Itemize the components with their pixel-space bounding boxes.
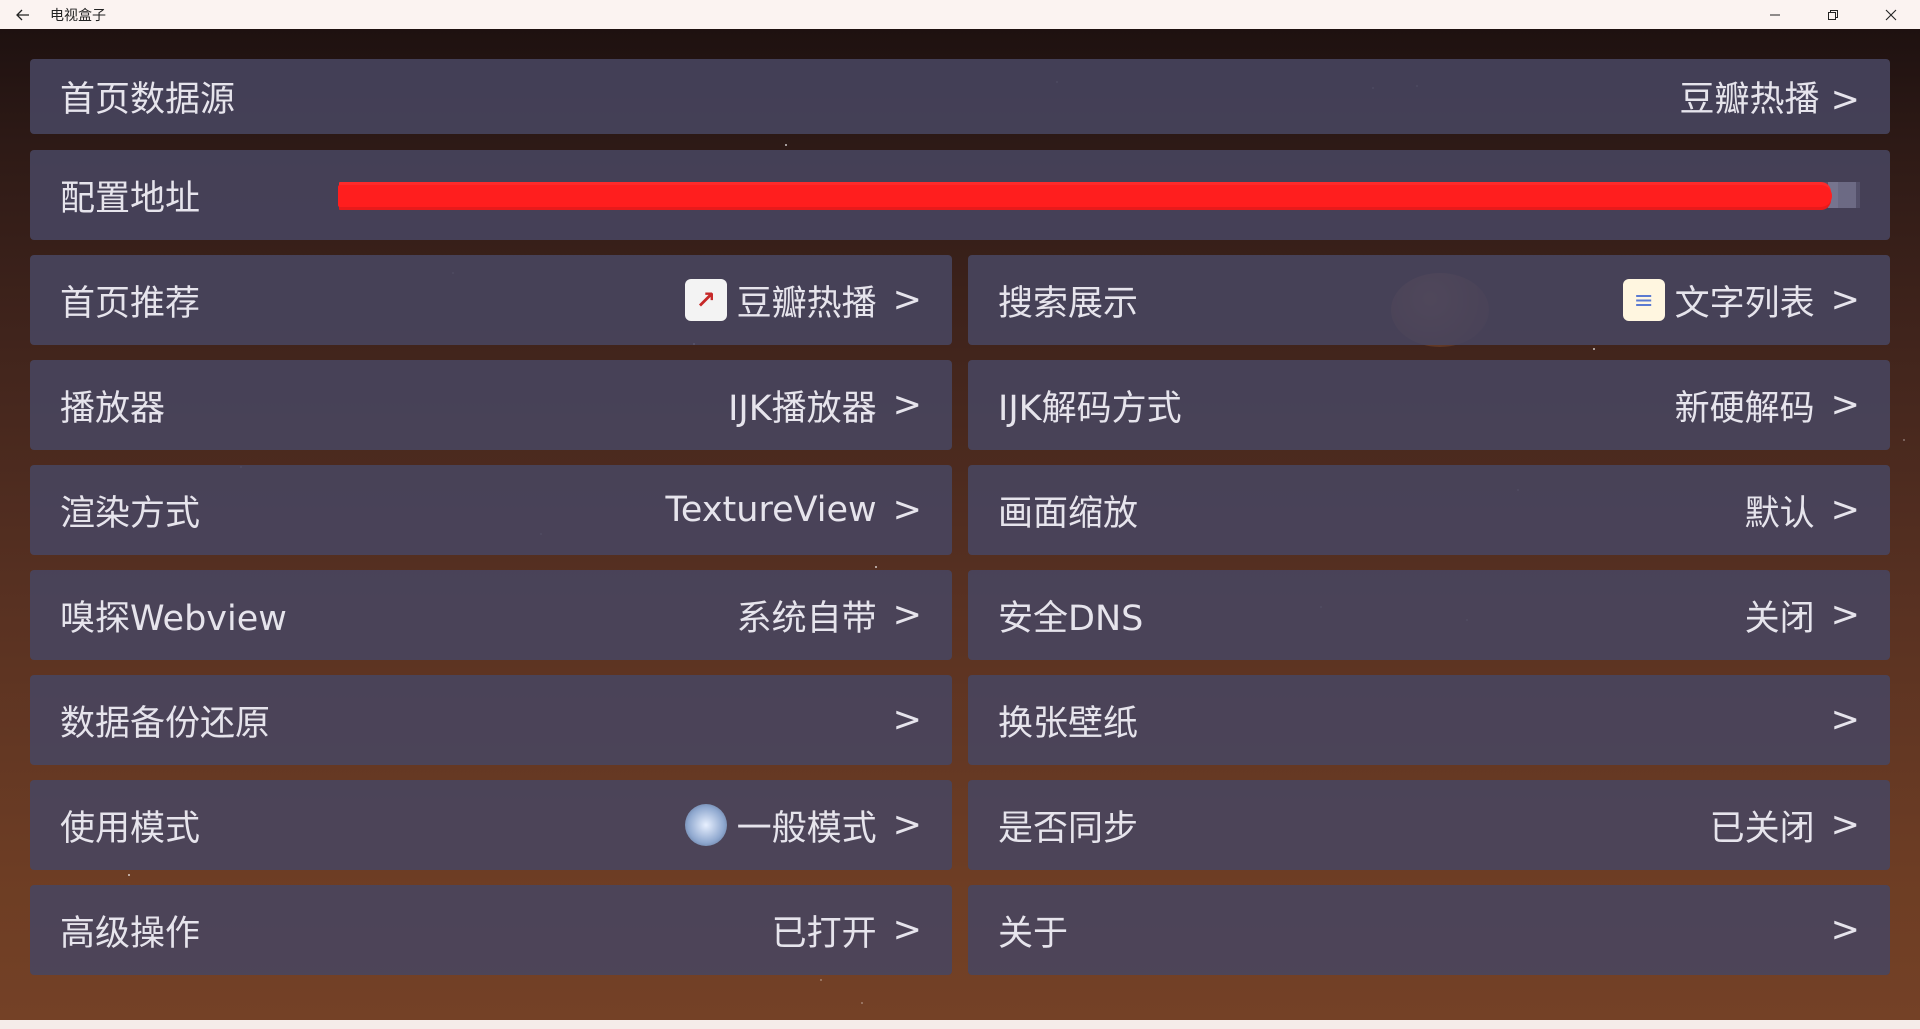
row-label: 配置地址 bbox=[60, 178, 201, 219]
backup-restore-row[interactable]: 数据备份还原 > bbox=[30, 675, 952, 765]
row-label: IJK解码方式 bbox=[998, 388, 1182, 429]
row-value: 默认 bbox=[1744, 493, 1815, 534]
bottom-edge bbox=[0, 1020, 1920, 1029]
chevron-right-icon: > bbox=[1830, 490, 1860, 530]
chevron-right-icon: > bbox=[1830, 805, 1860, 845]
back-arrow-icon bbox=[16, 9, 29, 20]
star-decoration bbox=[875, 566, 877, 568]
row-value-group: 已打开 > bbox=[772, 905, 922, 956]
chevron-right-icon: > bbox=[892, 280, 922, 320]
chart-icon: ↗ bbox=[684, 279, 727, 321]
row-value-group: IJK播放器 > bbox=[728, 380, 922, 431]
secure-dns-row[interactable]: 安全DNS 关闭 > bbox=[968, 570, 1890, 660]
chevron-right-icon: > bbox=[892, 700, 922, 740]
chevron-right-icon: > bbox=[1830, 910, 1860, 950]
row-value-group: ↗ 豆瓣热播 > bbox=[684, 275, 922, 326]
chevron-right-icon: > bbox=[892, 805, 922, 845]
row-value: 一般模式 bbox=[736, 808, 877, 849]
restore-icon bbox=[1828, 9, 1838, 20]
row-value: 已关闭 bbox=[1709, 808, 1815, 849]
close-icon bbox=[1885, 9, 1897, 20]
row-value: 豆瓣热播 bbox=[736, 283, 877, 324]
row-label: 画面缩放 bbox=[998, 493, 1139, 534]
search-display-row[interactable]: 搜索展示 ≡ 文字列表 > bbox=[968, 255, 1890, 345]
row-value-group: 已关闭 > bbox=[1710, 800, 1860, 851]
row-label: 安全DNS bbox=[998, 598, 1144, 639]
screen-scale-row[interactable]: 画面缩放 默认 > bbox=[968, 465, 1890, 555]
row-value-group: TextureView > bbox=[665, 490, 922, 530]
settings-screen: 首页数据源 豆瓣热播 > 配置地址 首页推荐 ↗ 豆瓣热播 > 播放器 IJK播… bbox=[0, 29, 1920, 1020]
row-value: IJK播放器 bbox=[728, 388, 877, 429]
close-button[interactable] bbox=[1862, 0, 1920, 29]
star-decoration bbox=[785, 144, 787, 146]
chevron-right-icon: > bbox=[892, 910, 922, 950]
row-value: 新硬解码 bbox=[1674, 388, 1815, 429]
home-source-row[interactable]: 首页数据源 豆瓣热播 > bbox=[30, 59, 1890, 134]
player-row[interactable]: 播放器 IJK播放器 > bbox=[30, 360, 952, 450]
row-value-group: > bbox=[887, 700, 922, 740]
row-label: 数据备份还原 bbox=[60, 703, 271, 744]
minimize-button[interactable] bbox=[1746, 0, 1804, 29]
row-value-group: 关闭 > bbox=[1745, 590, 1860, 641]
config-url-row[interactable]: 配置地址 bbox=[30, 150, 1890, 240]
chevron-right-icon: > bbox=[892, 595, 922, 635]
usage-mode-row[interactable]: 使用模式 一般模式 > bbox=[30, 780, 952, 870]
row-label: 播放器 bbox=[60, 388, 166, 429]
row-value-group: > bbox=[1825, 700, 1860, 740]
star-decoration bbox=[861, 1002, 863, 1004]
render-mode-row[interactable]: 渲染方式 TextureView > bbox=[30, 465, 952, 555]
sniff-webview-row[interactable]: 嗅探Webview 系统自带 > bbox=[30, 570, 952, 660]
change-wallpaper-row[interactable]: 换张壁纸 > bbox=[968, 675, 1890, 765]
redaction-scribble bbox=[338, 185, 1832, 207]
home-recommend-row[interactable]: 首页推荐 ↗ 豆瓣热播 > bbox=[30, 255, 952, 345]
row-label: 首页推荐 bbox=[60, 283, 201, 324]
row-label: 渲染方式 bbox=[60, 493, 201, 534]
window-title: 电视盒子 bbox=[50, 7, 106, 24]
row-value-group: 一般模式 > bbox=[684, 800, 922, 851]
chevron-right-icon: > bbox=[1830, 280, 1860, 320]
minimize-icon bbox=[1770, 14, 1780, 15]
chevron-right-icon: > bbox=[1830, 595, 1860, 635]
row-value: 文字列表 bbox=[1674, 283, 1815, 324]
star-decoration bbox=[1903, 439, 1905, 441]
row-label: 首页数据源 bbox=[60, 80, 236, 120]
row-label: 换张壁纸 bbox=[998, 703, 1139, 744]
ijk-decode-row[interactable]: IJK解码方式 新硬解码 > bbox=[968, 360, 1890, 450]
star-decoration bbox=[128, 874, 130, 876]
row-label: 高级操作 bbox=[60, 913, 201, 954]
chevron-right-icon: > bbox=[1830, 385, 1860, 425]
star-decoration bbox=[1593, 348, 1595, 350]
row-label: 搜索展示 bbox=[998, 283, 1139, 324]
row-label: 是否同步 bbox=[998, 808, 1139, 849]
row-value: 豆瓣热播 > bbox=[1679, 80, 1860, 120]
row-value-group: ≡ 文字列表 > bbox=[1622, 275, 1860, 326]
memo-icon: ≡ bbox=[1622, 279, 1665, 321]
chevron-right-icon: > bbox=[1830, 700, 1860, 740]
advanced-ops-row[interactable]: 高级操作 已打开 > bbox=[30, 885, 952, 975]
chevron-right-icon: > bbox=[892, 490, 922, 530]
title-bar: 电视盒子 bbox=[0, 0, 1920, 29]
sync-row[interactable]: 是否同步 已关闭 > bbox=[968, 780, 1890, 870]
chevron-right-icon: > bbox=[892, 385, 922, 425]
row-value-group: 新硬解码 > bbox=[1675, 380, 1860, 431]
disc-icon bbox=[684, 804, 727, 846]
about-row[interactable]: 关于 > bbox=[968, 885, 1890, 975]
row-value-group: > bbox=[1825, 910, 1860, 950]
row-label: 嗅探Webview bbox=[60, 598, 287, 639]
row-value-group: 默认 > bbox=[1745, 485, 1860, 536]
row-value-group: 系统自带 > bbox=[737, 590, 922, 641]
window-controls bbox=[1746, 0, 1920, 29]
row-value: 系统自带 bbox=[736, 598, 877, 639]
row-label: 使用模式 bbox=[60, 808, 201, 849]
row-value: 已打开 bbox=[771, 913, 877, 954]
star-decoration bbox=[820, 979, 822, 981]
back-button[interactable] bbox=[0, 0, 46, 29]
row-value: TextureView bbox=[665, 490, 877, 530]
row-label: 关于 bbox=[998, 913, 1069, 954]
row-value: 关闭 bbox=[1744, 598, 1815, 639]
restore-button[interactable] bbox=[1804, 0, 1862, 29]
